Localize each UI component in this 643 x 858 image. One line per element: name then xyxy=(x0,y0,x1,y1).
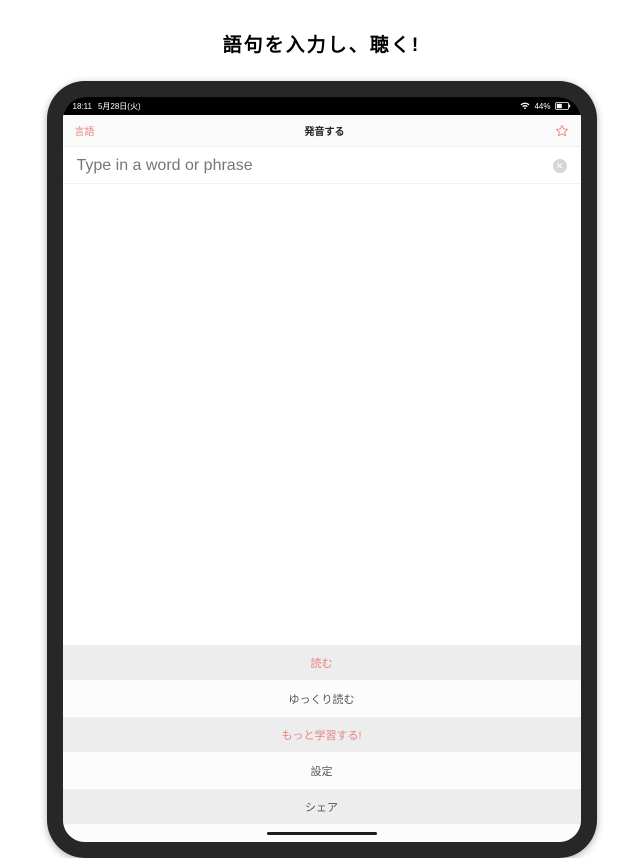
input-row: ✕ xyxy=(63,147,581,184)
screen: 18:11 5月28日(火) 44% 言語 発音する xyxy=(63,97,581,842)
status-battery-text: 44% xyxy=(534,102,550,111)
status-time: 18:11 xyxy=(73,102,92,111)
status-date: 5月28日(火) xyxy=(98,101,141,112)
home-indicator[interactable] xyxy=(267,832,377,835)
wifi-icon xyxy=(520,102,530,110)
learn-more-button[interactable]: もっと学習する! xyxy=(63,716,581,752)
star-icon xyxy=(555,124,569,138)
clear-button[interactable]: ✕ xyxy=(553,159,567,173)
battery-icon xyxy=(555,102,571,110)
status-bar: 18:11 5月28日(火) 44% xyxy=(63,97,581,115)
content-area xyxy=(63,184,581,644)
read-button[interactable]: 読む xyxy=(63,644,581,680)
action-list: 読む ゆっくり読む もっと学習する! 設定 シェア xyxy=(63,644,581,824)
favorite-button[interactable] xyxy=(555,124,569,138)
tablet-frame: 18:11 5月28日(火) 44% 言語 発音する xyxy=(47,81,597,858)
phrase-input[interactable] xyxy=(77,157,553,175)
settings-button[interactable]: 設定 xyxy=(63,752,581,788)
share-button[interactable]: シェア xyxy=(63,788,581,824)
home-indicator-area xyxy=(63,824,581,842)
close-icon: ✕ xyxy=(556,162,564,171)
nav-bar: 言語 発音する xyxy=(63,115,581,147)
page-heading: 語句を入力し、聴く! xyxy=(223,30,420,57)
language-button[interactable]: 言語 xyxy=(75,123,95,138)
read-slow-button[interactable]: ゆっくり読む xyxy=(63,680,581,716)
nav-title: 発音する xyxy=(305,123,345,138)
